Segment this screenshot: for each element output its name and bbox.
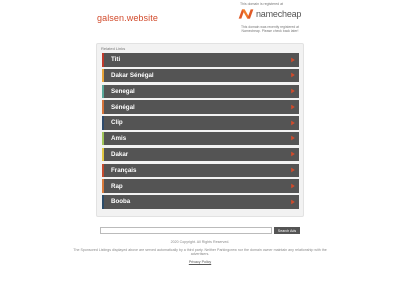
registrar-name: namecheap: [256, 9, 302, 19]
related-links-panel: Related Links Titi Dakar Sénégal Senegal…: [96, 43, 304, 217]
arrow-right-icon: [291, 104, 295, 110]
related-link-label: Dakar: [111, 151, 129, 159]
related-link[interactable]: Dakar Sénégal: [102, 68, 299, 83]
related-link[interactable]: Amis: [102, 131, 299, 146]
registrar-note: This domain is registered at: [240, 2, 283, 6]
related-link-label: Dakar Sénégal: [111, 72, 154, 80]
disclaimer-text: The Sponsored Listings displayed above a…: [73, 248, 327, 257]
related-link-label: Booba: [111, 198, 131, 206]
related-links-heading: Related Links: [101, 46, 126, 51]
arrow-right-icon: [291, 88, 295, 94]
related-link[interactable]: Titi: [102, 53, 299, 67]
registrar-logo[interactable]: namecheap: [238, 8, 301, 20]
related-link-label: Titi: [111, 56, 121, 64]
related-links-list: Titi Dakar Sénégal Senegal Sénégal Clip …: [102, 53, 299, 211]
related-link-label: Rap: [111, 182, 123, 190]
arrow-right-icon: [291, 72, 295, 78]
related-link-label: Amis: [111, 135, 127, 143]
copyright-text: 2020 Copyright. All Rights Reserved.: [170, 240, 230, 244]
namecheap-logo-icon: [238, 9, 254, 19]
related-link-label: Français: [111, 166, 137, 174]
privacy-policy-link[interactable]: Privacy Policy: [0, 260, 400, 264]
domain-title: galsen.website: [97, 13, 158, 23]
arrow-right-icon: [291, 183, 295, 189]
registrar-description: This domain was recently registered at N…: [240, 25, 300, 34]
arrow-right-icon: [291, 167, 295, 173]
search-ads-button[interactable]: Search Ads: [274, 227, 300, 234]
related-link[interactable]: Clip: [102, 116, 299, 130]
related-link[interactable]: Senegal: [102, 84, 299, 99]
related-link[interactable]: Français: [102, 163, 299, 178]
related-link-label: Clip: [111, 119, 123, 127]
search-input[interactable]: [100, 227, 272, 234]
related-link[interactable]: Sénégal: [102, 100, 299, 114]
arrow-right-icon: [291, 136, 295, 141]
arrow-right-icon: [291, 120, 295, 126]
arrow-right-icon: [291, 57, 295, 62]
related-link[interactable]: Rap: [102, 179, 299, 193]
arrow-right-icon: [291, 151, 295, 157]
related-link-label: Sénégal: [111, 103, 135, 111]
search-bar: Search Ads: [100, 227, 300, 234]
related-link[interactable]: Dakar: [102, 147, 299, 162]
arrow-right-icon: [291, 199, 295, 205]
related-link-label: Senegal: [111, 87, 135, 95]
related-link[interactable]: Booba: [102, 195, 299, 209]
